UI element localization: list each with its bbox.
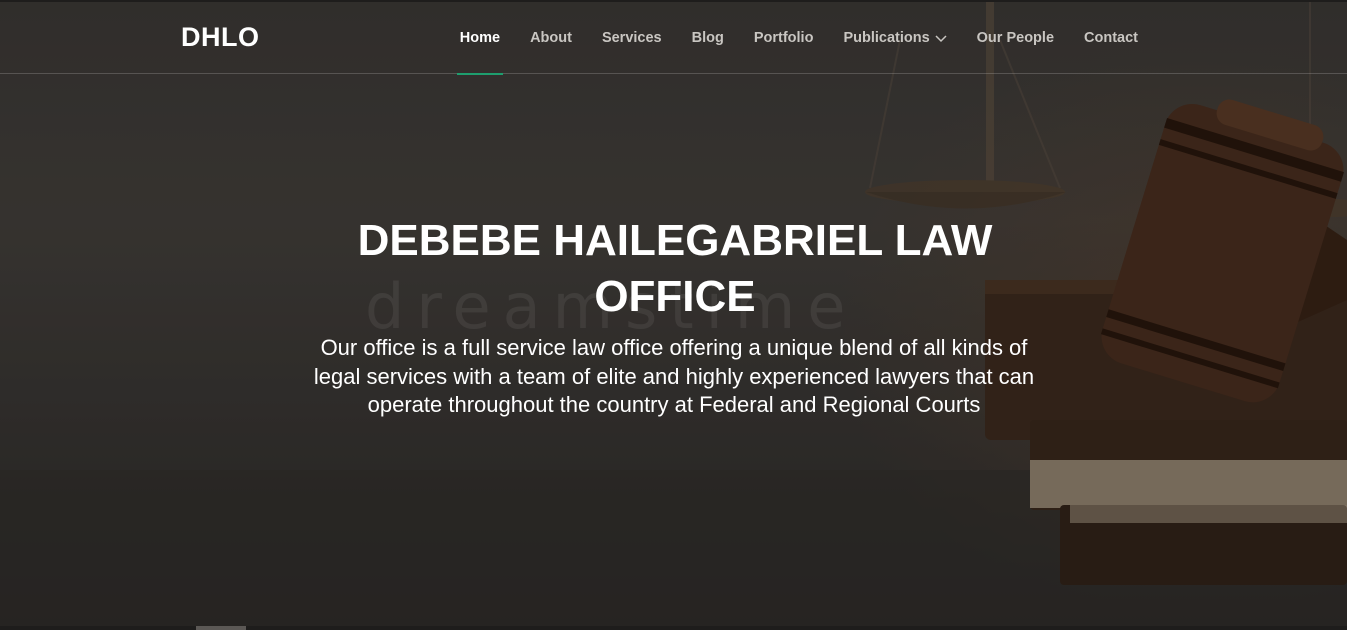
navbar: DHLO Home About Services Blog Portfolio … — [0, 2, 1347, 75]
nav-item-label: Blog — [691, 30, 724, 46]
nav-item-publications[interactable]: Publications — [828, 2, 961, 74]
nav-item-portfolio[interactable]: Portfolio — [739, 2, 829, 74]
bottom-tab-indicator — [196, 626, 246, 630]
chevron-down-icon — [935, 33, 947, 43]
nav-item-contact[interactable]: Contact — [1069, 2, 1153, 74]
nav-item-label: Portfolio — [753, 30, 814, 46]
nav-item-label: Home — [459, 30, 501, 46]
nav-item-our-people[interactable]: Our People — [962, 2, 1069, 74]
hero-description: Our office is a full service law office … — [313, 335, 1035, 417]
nav-item-about[interactable]: About — [515, 2, 587, 74]
nav-item-label: About — [530, 30, 572, 46]
nav-item-label: Contact — [1084, 30, 1138, 46]
nav-item-label: Our People — [976, 30, 1055, 46]
nav-item-services[interactable]: Services — [587, 2, 677, 74]
main-nav: Home About Services Blog Portfolio Publi… — [445, 2, 1153, 75]
hero-title: DEBEBE HAILEGABRIEL LAW OFFICE — [357, 216, 993, 321]
nav-item-label: Services — [601, 30, 662, 46]
nav-item-label: Publications — [843, 30, 930, 46]
nav-item-blog[interactable]: Blog — [677, 2, 739, 74]
brand-logo[interactable]: DHLO — [181, 22, 260, 53]
nav-item-home[interactable]: Home — [445, 2, 515, 75]
hero-section: dreamstime DHLO Home About Services Blog… — [0, 0, 1347, 630]
